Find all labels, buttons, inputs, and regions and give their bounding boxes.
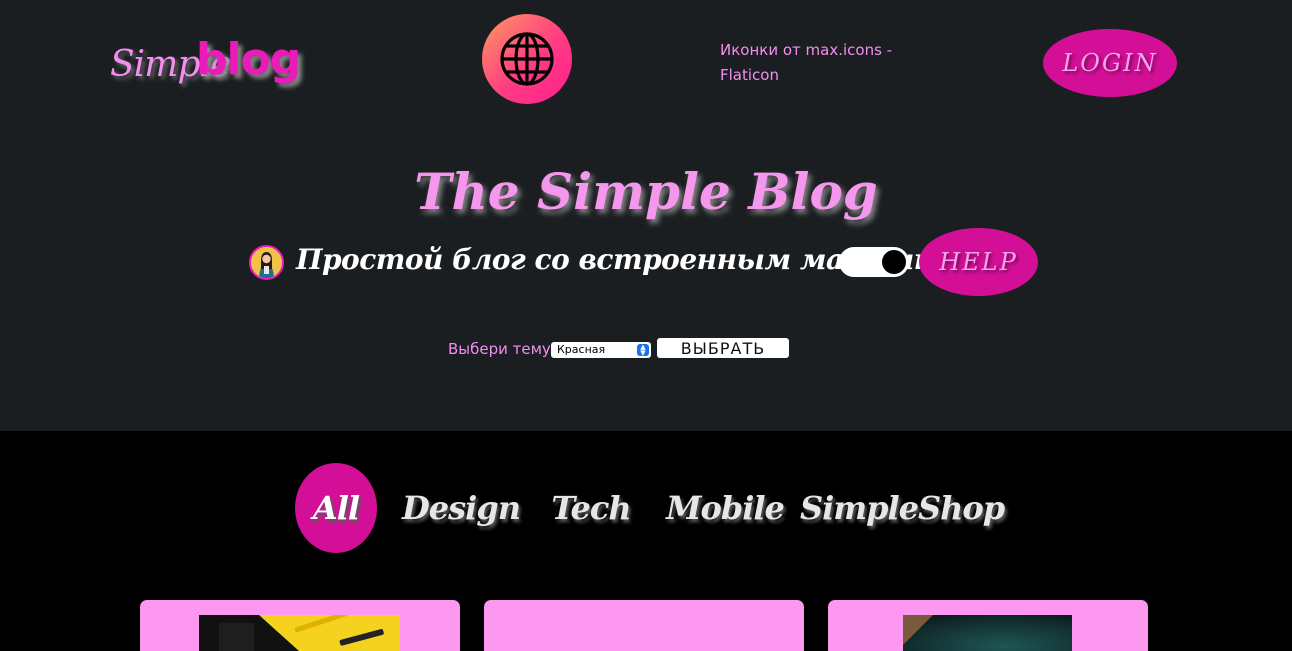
tab-all[interactable]: All — [295, 463, 377, 553]
post-card[interactable] — [140, 600, 460, 651]
post-card[interactable] — [828, 600, 1148, 651]
category-tabs: All Design Tech Mobile SimpleShop — [0, 463, 1292, 553]
toggle-knob — [882, 250, 906, 274]
help-button[interactable]: HELP — [919, 228, 1038, 296]
choose-theme-button[interactable]: ВЫБРАТЬ — [657, 338, 789, 358]
theme-toggle[interactable] — [839, 247, 909, 277]
page-title: The Simple Blog — [414, 162, 878, 221]
tab-design[interactable]: Design — [402, 463, 521, 553]
login-button[interactable]: LOGIN — [1043, 29, 1177, 97]
logo-blog: blog — [196, 34, 301, 85]
theme-select[interactable]: Красная ▲ ▼ — [551, 342, 651, 358]
post-image — [199, 611, 400, 651]
avatar-icon — [249, 245, 284, 280]
hero-section: Simple blog Иконки от max.icons - Flatic… — [0, 0, 1292, 431]
select-arrows-icon: ▲ ▼ — [637, 344, 649, 357]
icons-credit[interactable]: Иконки от max.icons - Flaticon — [720, 38, 920, 88]
tab-tech[interactable]: Tech — [551, 463, 631, 553]
globe-icon[interactable] — [482, 14, 572, 104]
tab-simpleshop[interactable]: SimpleShop — [800, 463, 1005, 553]
theme-select-value: Красная — [557, 343, 606, 356]
post-card[interactable] — [484, 600, 804, 651]
theme-label: Выбери тему — [448, 340, 551, 358]
post-image — [903, 615, 1072, 651]
site-logo[interactable]: Simple blog — [110, 34, 310, 98]
tab-mobile[interactable]: Mobile — [666, 463, 785, 553]
